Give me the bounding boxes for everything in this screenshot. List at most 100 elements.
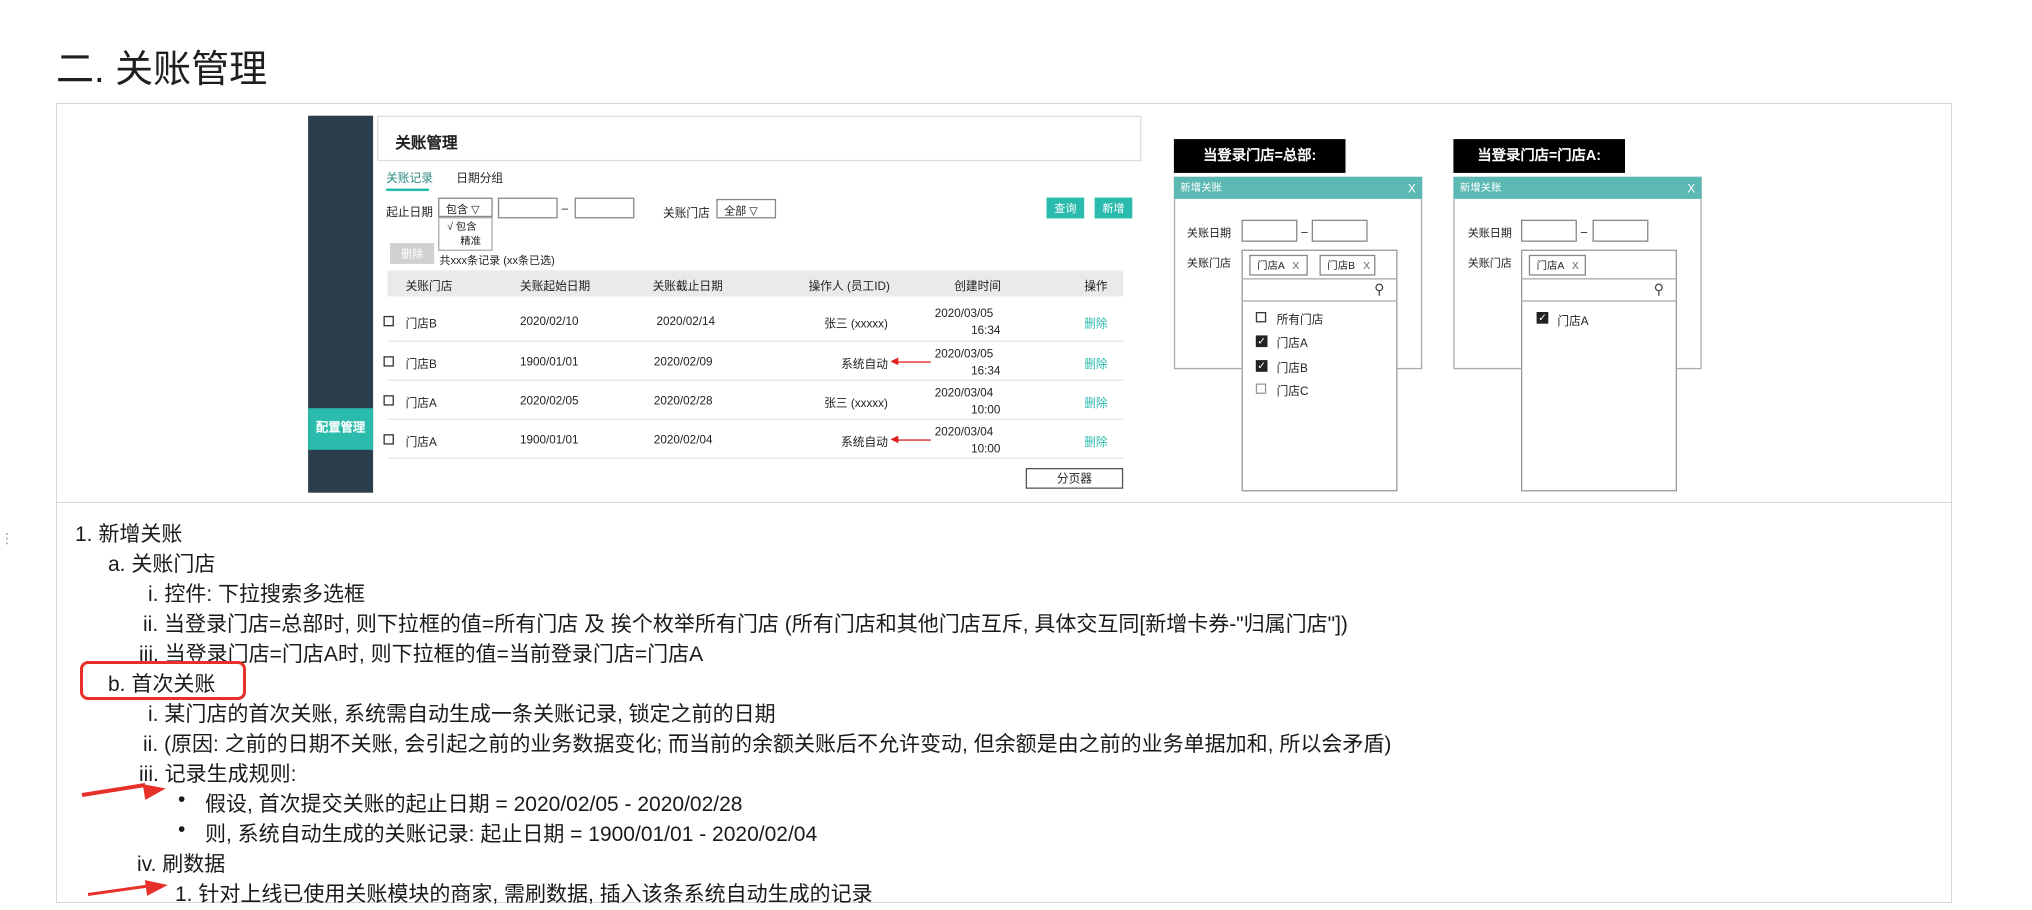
mock-delete-button[interactable]: 删除 [390, 243, 435, 264]
mock-cell-operator: 系统自动 [841, 357, 888, 371]
mock-row-checkbox[interactable] [383, 356, 394, 367]
mock-panel-title: 关账管理 [377, 115, 1142, 162]
mock-cell-operator: 系统自动 [841, 435, 888, 449]
mockup-image: 配置管理 关账管理 关账记录 日期分组 起止日期 包含 ▽ – 关账门店 全部 … [0, 0, 2005, 910]
list-item-1b-i: i. 某门店的首次关账, 系统需自动生成一条关账记录, 锁定之前的日期 [148, 703, 776, 726]
store-date-end-input[interactable] [1592, 219, 1649, 242]
mock-query-button[interactable]: 查询 [1046, 197, 1085, 219]
list-item-1a-ii: ii. 当登录门店=总部时, 则下拉框的值=所有门店 及 挨个枚举所有门店 (所… [143, 613, 1348, 636]
mock-cell-store: 门店B [405, 317, 437, 331]
hq-date-start-input[interactable] [1241, 219, 1298, 242]
hq-option-checkbox[interactable] [1255, 383, 1267, 394]
mock-store-label: 关账门店 [663, 206, 710, 220]
hq-close-icon[interactable]: X [1408, 182, 1416, 195]
mock-arrow-icon [890, 357, 931, 366]
list-bullet-1: 假设, 首次提交关账的起止日期 = 2020/02/05 - 2020/02/2… [205, 793, 743, 816]
hq-option-checkbox[interactable] [1255, 312, 1267, 323]
store-option-checkbox-checked[interactable]: ✓ [1536, 312, 1549, 324]
hq-date-end-input[interactable] [1311, 219, 1368, 242]
hq-chip[interactable]: 门店B X [1319, 254, 1376, 276]
hq-options-divider [1241, 300, 1398, 302]
mock-date-label: 起止日期 [386, 205, 433, 219]
mock-mode-option-contains[interactable]: √ 包含 [447, 220, 491, 234]
mock-date-start-input[interactable] [497, 197, 558, 219]
mock-cell-end: 2020/02/04 [653, 432, 713, 446]
mock-row-divider [387, 418, 1124, 420]
search-icon[interactable]: ⚲ [1654, 281, 1664, 298]
hq-chip[interactable]: 门店A X [1249, 254, 1308, 276]
chip-remove-icon[interactable]: X [1292, 260, 1299, 272]
store-options-divider [1521, 300, 1677, 302]
mock-row-delete-link[interactable]: 删除 [1084, 394, 1107, 411]
hq-date-sep: – [1301, 224, 1308, 238]
hq-option-checkbox-checked[interactable]: ✓ [1255, 360, 1268, 372]
mock-arrow-icon [890, 435, 931, 444]
mock-row-delete-link[interactable]: 删除 [1084, 315, 1107, 332]
bullet-icon: • [178, 788, 186, 811]
mock-cell-start: 2020/02/05 [520, 393, 579, 407]
store-date-start-input[interactable] [1521, 219, 1577, 242]
mock-col-operator: 操作人 (员工ID) [808, 279, 890, 293]
mock-row-divider [387, 340, 1124, 342]
mock-cell-time: 16:34 [971, 323, 1001, 337]
chip-remove-icon[interactable]: X [1572, 260, 1579, 272]
mock-row-checkbox[interactable] [383, 434, 394, 445]
hq-option-label: 所有门店 [1276, 313, 1324, 327]
mock-cell-date: 2020/03/04 [934, 425, 994, 439]
mock-mode-dropdown: √ 包含 精准 [438, 217, 493, 251]
list-item-1b-ii: ii. (原因: 之前的日期不关账, 会引起之前的业务数据变化; 而当前的余额关… [143, 733, 1392, 756]
mock-row-checkbox[interactable] [383, 395, 394, 406]
annotation-arrow-head-icon [144, 877, 169, 896]
hq-option-label: 门店A [1276, 336, 1308, 350]
mock-cell-time: 10:00 [971, 403, 1001, 416]
hq-dialog-header: 新增关账 [1173, 176, 1423, 199]
mock-date-end-input[interactable] [574, 197, 635, 219]
store-close-icon[interactable]: X [1687, 182, 1695, 195]
mock-row-delete-link[interactable]: 删除 [1084, 355, 1107, 372]
mock-store-select[interactable]: 全部 ▽ [716, 198, 777, 219]
list-item-1b-iv-1: 1. 针对上线已使用关账模块的商家, 需刷数据, 插入该条系统自动生成的记录 [175, 883, 873, 906]
store-dialog-title: 新增关账 [1459, 182, 1502, 194]
mock-cell-date: 2020/03/05 [934, 347, 994, 361]
hq-option-checkbox-checked[interactable]: ✓ [1255, 335, 1268, 348]
mock-pager[interactable]: 分页器 [1025, 467, 1124, 489]
mock-cell-date: 2020/03/04 [934, 386, 994, 400]
highlight-box [80, 661, 246, 700]
mock-cell-time: 16:34 [971, 364, 1001, 377]
store-search-divider [1521, 278, 1677, 280]
mock-cell-start: 2020/02/10 [520, 314, 579, 328]
mock-row-delete-link[interactable]: 删除 [1084, 433, 1107, 450]
mock-mode-select[interactable]: 包含 ▽ [438, 197, 493, 218]
chip-remove-icon[interactable]: X [1363, 260, 1370, 272]
mock-cell-start: 1900/01/01 [520, 432, 579, 446]
mock-table-header [387, 270, 1124, 297]
hq-search-divider [1241, 278, 1398, 280]
mock-cell-operator: 张三 (xxxxx) [824, 396, 888, 410]
mock-tab-date-group[interactable]: 日期分组 [456, 169, 503, 186]
mock-row-checkbox[interactable] [383, 315, 394, 327]
mock-col-created: 创建时间 [954, 279, 1002, 293]
mock-mode-option-exact[interactable]: 精准 [447, 234, 491, 248]
mock-tab-indicator [386, 188, 429, 192]
mock-col-action: 操作 [1084, 279, 1108, 293]
bullet-icon: • [178, 818, 186, 841]
mock-record-count: 共xxx条记录 (xx条已选) [439, 253, 555, 267]
store-chip[interactable]: 门店A X [1528, 254, 1586, 276]
hq-label: 当登录门店=总部: [1173, 139, 1346, 173]
search-icon[interactable]: ⚲ [1374, 281, 1384, 298]
list-item-1a: a. 关账门店 [108, 553, 216, 576]
mock-sidebar-item-config[interactable]: 配置管理 [308, 408, 374, 450]
mock-tab-records[interactable]: 关账记录 [386, 169, 433, 186]
store-store-label: 关账门店 [1467, 256, 1512, 270]
annotation-arrow-head-icon [142, 780, 167, 800]
list-item-1b-iv: iv. 刷数据 [137, 853, 226, 876]
mock-date-sep: – [561, 201, 569, 215]
mock-add-button[interactable]: 新增 [1094, 197, 1133, 219]
mock-cell-store: 门店A [405, 435, 437, 449]
mock-cell-time: 10:00 [971, 441, 1001, 455]
store-dialog-header: 新增关账 [1453, 176, 1702, 199]
hq-date-label: 关账日期 [1186, 226, 1232, 240]
hq-option-label: 门店B [1276, 361, 1308, 375]
mock-col-start: 关账起始日期 [520, 279, 591, 293]
mock-cell-end: 2020/02/14 [656, 314, 716, 328]
